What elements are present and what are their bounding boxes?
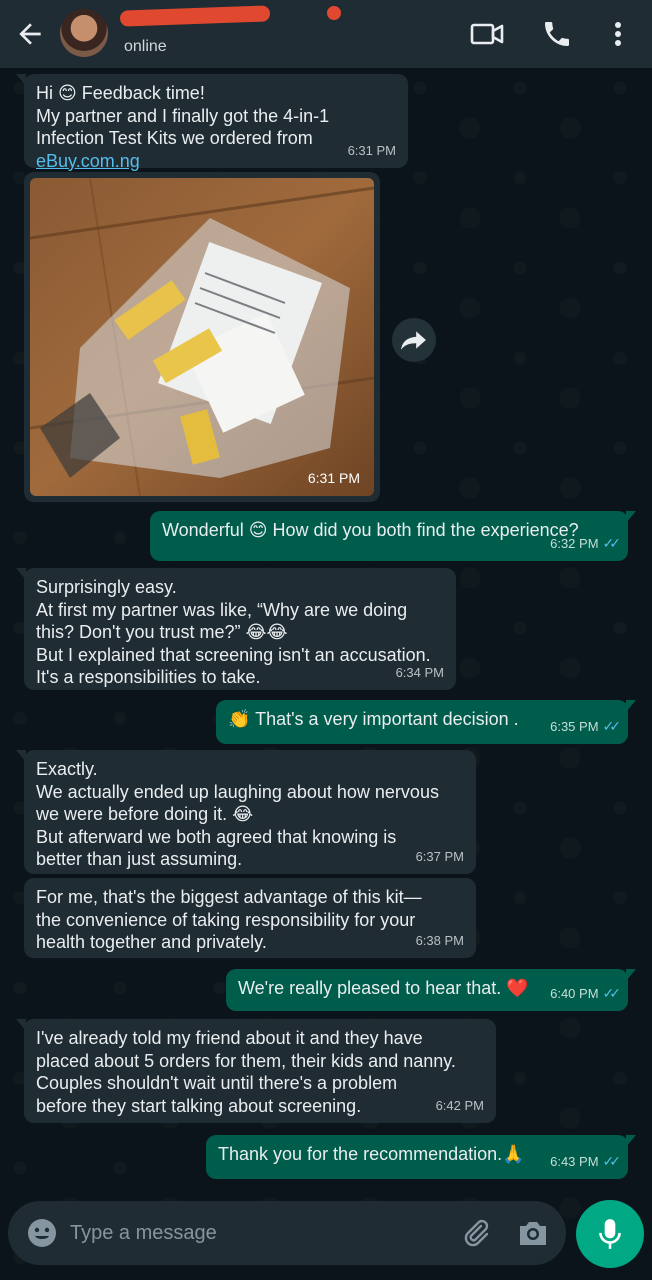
message-bubble-outgoing[interactable]: 👏 That's a very important decision . 6:3…: [216, 700, 636, 744]
message-text-line: I've already told my friend about it and…: [36, 1028, 423, 1048]
message-text-line: My partner and I finally got the 4-in-1: [36, 105, 330, 126]
forward-icon: [401, 331, 426, 350]
message-bubble-outgoing[interactable]: Wonderful 😊 How did you both find the ex…: [150, 511, 636, 561]
message-text-line: the convenience of taking responsibility…: [36, 909, 416, 930]
message-text-line: Exactly.: [36, 759, 98, 779]
message-text-line: Infection Test Kits we ordered from: [36, 128, 313, 148]
message-image[interactable]: 6:31 PM: [24, 172, 380, 502]
message-text-line: placed about 5 orders for them, their ki…: [36, 1050, 456, 1071]
message-bubble-incoming[interactable]: Surprisingly easy. At first my partner w…: [16, 568, 456, 690]
message-time: 6:34 PM: [395, 664, 444, 680]
attachment-icon[interactable]: [460, 1217, 492, 1249]
message-text-line: Couples shouldn't wait until there's a p…: [36, 1073, 398, 1093]
test-kit-photo[interactable]: 6:31 PM: [30, 178, 374, 496]
read-ticks-icon: ✓✓: [602, 1152, 622, 1169]
emoji-icon[interactable]: [26, 1217, 58, 1249]
voice-record-button[interactable]: [576, 1200, 644, 1268]
message-time: 6:32 PM ✓✓: [550, 534, 622, 551]
microphone-icon: [599, 1219, 621, 1249]
contact-status: online: [124, 38, 167, 55]
message-bubble-outgoing[interactable]: We're really pleased to hear that. ❤️ 6:…: [226, 969, 636, 1011]
avatar[interactable]: [60, 9, 108, 57]
camera-icon[interactable]: [516, 1217, 550, 1249]
message-time: 6:43 PM ✓✓: [550, 1152, 622, 1169]
message-text-line: we were before doing it. 😂: [36, 804, 254, 824]
read-ticks-icon: ✓✓: [602, 534, 622, 551]
message-time: 6:31 PM: [347, 142, 396, 158]
message-input[interactable]: [70, 1215, 430, 1251]
message-bubble-incoming[interactable]: Exactly. We actually ended up laughing a…: [16, 750, 476, 874]
more-vert-icon[interactable]: [606, 18, 630, 50]
message-time: 6:40 PM ✓✓: [550, 984, 622, 1001]
message-time: 6:31 PM: [307, 470, 360, 486]
redaction-mark: [327, 6, 341, 20]
message-text-line: For me, that's the biggest advantage of …: [36, 887, 422, 907]
contact-name-redaction[interactable]: [119, 5, 271, 27]
message-text-line: But afterward we both agreed that knowin…: [36, 826, 397, 847]
message-text-line: It's a responsibilities to take.: [36, 667, 261, 687]
phone-icon[interactable]: [540, 18, 574, 50]
message-bubble-incoming[interactable]: For me, that's the biggest advantage of …: [24, 878, 476, 958]
message-text-line: We actually ended up laughing about how …: [36, 781, 439, 802]
message-text-line: Surprisingly easy.: [36, 577, 177, 597]
message-time: 6:37 PM: [415, 848, 464, 864]
read-ticks-icon: ✓✓: [602, 984, 622, 1001]
message-time: 6:38 PM: [415, 932, 464, 948]
message-text-line: health together and privately.: [36, 932, 267, 952]
message-bubble-incoming[interactable]: I've already told my friend about it and…: [16, 1019, 496, 1123]
message-text-line: But I explained that screening isn't an …: [36, 644, 431, 665]
message-text-line: this? Don't you trust me?” 😂😂: [36, 622, 288, 642]
message-composer: [8, 1201, 566, 1265]
chat-header: online: [0, 0, 652, 68]
message-text: Wonderful 😊 How did you both find the ex…: [162, 520, 579, 540]
message-text-line: At first my partner was like, “Why are w…: [36, 599, 408, 620]
message-text-line: better than just assuming.: [36, 849, 243, 869]
message-link[interactable]: eBuy.com.ng: [36, 151, 140, 171]
back-arrow-icon[interactable]: [14, 18, 46, 50]
message-time: 6:42 PM: [435, 1097, 484, 1113]
read-ticks-icon: ✓✓: [602, 717, 622, 734]
message-text-line: Hi 😊 Feedback time!: [36, 83, 205, 103]
message-time: 6:35 PM ✓✓: [550, 717, 622, 734]
message-bubble-outgoing[interactable]: Thank you for the recommendation.🙏 6:43 …: [206, 1135, 636, 1179]
forward-button[interactable]: [392, 318, 436, 362]
video-call-icon[interactable]: [470, 18, 504, 50]
message-text-line: before they start talking about screenin…: [36, 1095, 362, 1116]
message-bubble-incoming[interactable]: Hi 😊 Feedback time! My partner and I fin…: [16, 74, 408, 171]
